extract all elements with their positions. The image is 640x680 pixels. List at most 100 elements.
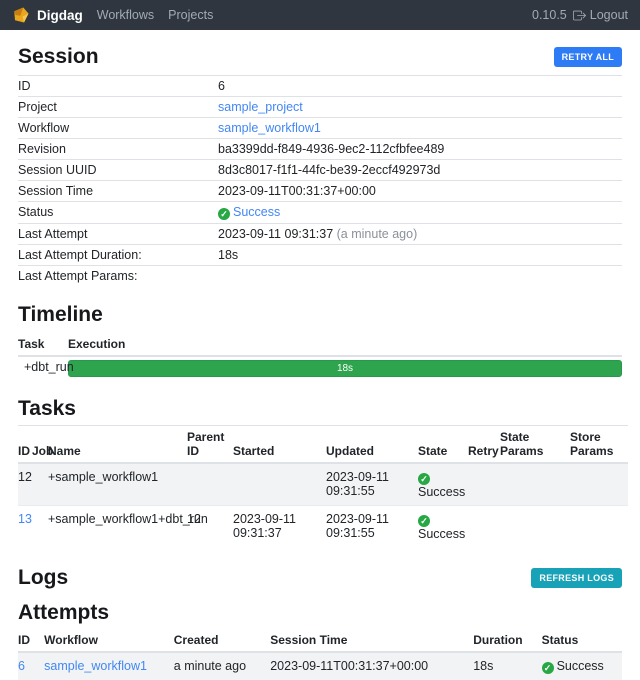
task-updated: 2023-09-11 09:31:55 (326, 506, 418, 548)
timeline-task-name: +dbt_run (18, 356, 68, 380)
attempts-col-session-time: Session Time (270, 629, 473, 652)
task-started: 2023-09-11 09:31:37 (233, 506, 326, 548)
success-check-icon: ✓ (218, 208, 230, 220)
digdag-logo-icon (12, 6, 30, 24)
tasks-col-updated: Updated (326, 426, 418, 464)
task-row: 12 +sample_workflow1 2023-09-11 09:31:55… (18, 463, 628, 506)
task-store-params (570, 506, 628, 548)
workflow-link[interactable]: sample_workflow1 (218, 121, 321, 135)
last-attempt-timestamp: 2023-09-11 09:31:37 (218, 227, 333, 241)
session-label-last-attempt: Last Attempt (18, 224, 218, 245)
attempts-table: ID Workflow Created Session Time Duratio… (18, 629, 622, 680)
success-check-icon: ✓ (418, 515, 430, 527)
tasks-col-state: State (418, 426, 468, 464)
logout-link[interactable]: Logout (573, 8, 628, 22)
tasks-col-state-params: State Params (500, 426, 570, 464)
attempts-col-workflow: Workflow (44, 629, 174, 652)
logout-label[interactable]: Logout (590, 8, 628, 22)
session-table: ID 6 Project sample_project Workflow sam… (18, 75, 622, 286)
attempt-workflow-link[interactable]: sample_workflow1 (44, 659, 147, 673)
attempt-id-link[interactable]: 6 (18, 659, 25, 673)
version-label: 0.10.5 (532, 8, 567, 22)
timeline-bar-label: 18s (337, 363, 353, 374)
attempts-col-id: ID (18, 629, 44, 652)
session-row-project: Project sample_project (18, 97, 622, 118)
session-row-id: ID 6 (18, 76, 622, 97)
timeline-col-task: Task (18, 333, 68, 356)
session-row-revision: Revision ba3399dd-f849-4936-9ec2-112cfbf… (18, 139, 622, 160)
task-state-params (500, 506, 570, 548)
session-row-time: Session Time 2023-09-11T00:31:37+00:00 (18, 181, 622, 202)
project-link[interactable]: sample_project (218, 100, 303, 114)
retry-all-button[interactable]: RETRY ALL (554, 47, 622, 67)
task-parent-id (187, 463, 233, 506)
last-attempt-relative: (a minute ago) (337, 227, 418, 241)
tasks-col-id: ID (18, 426, 32, 464)
session-row-workflow: Workflow sample_workflow1 (18, 118, 622, 139)
session-value-revision: ba3399dd-f849-4936-9ec2-112cfbfee489 (218, 139, 622, 160)
attempt-duration: 18s (473, 652, 541, 680)
task-started (233, 463, 326, 506)
session-label-project: Project (18, 97, 218, 118)
nav-item-workflows[interactable]: Workflows (97, 8, 154, 22)
task-name: +sample_workflow1 (48, 463, 187, 506)
success-check-icon: ✓ (542, 662, 554, 674)
session-label-time: Session Time (18, 181, 218, 202)
session-row-uuid: Session UUID 8d3c8017-f1f1-44fc-be39-2ec… (18, 160, 622, 181)
session-label-status: Status (18, 202, 218, 224)
tasks-col-store-params: Store Params (570, 426, 628, 464)
timeline-col-execution: Execution (68, 333, 622, 356)
task-job (32, 506, 48, 548)
session-heading: Session (18, 44, 99, 69)
logout-icon (573, 9, 586, 22)
task-name: +sample_workflow1+dbt_run (48, 506, 187, 548)
attempt-row: 6 sample_workflow1 a minute ago 2023-09-… (18, 652, 622, 680)
timeline-table: Task Execution +dbt_run 18s (18, 333, 622, 380)
task-retry (468, 506, 500, 548)
nav-item-projects[interactable]: Projects (168, 8, 213, 22)
task-retry (468, 463, 500, 506)
tasks-col-name: Name (48, 426, 187, 464)
attempts-heading: Attempts (18, 600, 622, 625)
task-id-link[interactable]: 13 (18, 512, 32, 526)
session-value-time: 2023-09-11T00:31:37+00:00 (218, 181, 622, 202)
attempts-col-status: Status (542, 629, 622, 652)
brand-title[interactable]: Digdag (37, 8, 83, 23)
attempts-col-created: Created (174, 629, 270, 652)
session-value-id: 6 (218, 76, 622, 97)
timeline-heading: Timeline (18, 302, 622, 327)
attempt-created: a minute ago (174, 652, 270, 680)
tasks-col-parent-id: Parent ID (187, 426, 233, 464)
session-label-params: Last Attempt Params: (18, 266, 218, 287)
tasks-col-retry: Retry (468, 426, 500, 464)
session-row-last-attempt: Last Attempt 2023-09-11 09:31:37 (a minu… (18, 224, 622, 245)
success-check-icon: ✓ (418, 473, 430, 485)
refresh-logs-button[interactable]: REFRESH LOGS (531, 568, 622, 588)
task-state: Success (418, 485, 464, 499)
task-id: 12 (18, 463, 32, 506)
session-row-duration: Last Attempt Duration: 18s (18, 245, 622, 266)
attempts-col-duration: Duration (473, 629, 541, 652)
navbar: Digdag Workflows Projects 0.10.5 Logout (0, 0, 640, 30)
session-value-uuid: 8d3c8017-f1f1-44fc-be39-2eccf492973d (218, 160, 622, 181)
session-value-params (218, 266, 622, 287)
session-value-duration: 18s (218, 245, 622, 266)
session-label-duration: Last Attempt Duration: (18, 245, 218, 266)
brand-home-link[interactable]: Digdag (12, 6, 83, 24)
tasks-col-job: Job (32, 426, 48, 464)
timeline-duration-bar: 18s (68, 360, 622, 377)
session-label-uuid: Session UUID (18, 160, 218, 181)
session-label-revision: Revision (18, 139, 218, 160)
task-job (32, 463, 48, 506)
attempt-status: Success (557, 659, 604, 673)
task-store-params (570, 463, 628, 506)
session-label-workflow: Workflow (18, 118, 218, 139)
tasks-heading: Tasks (18, 396, 622, 421)
session-row-status: Status ✓Success (18, 202, 622, 224)
task-row: 13 +sample_workflow1+dbt_run 12 2023-09-… (18, 506, 628, 548)
attempt-session-time: 2023-09-11T00:31:37+00:00 (270, 652, 473, 680)
tasks-table: ID Job Name Parent ID Started Updated St… (18, 425, 628, 547)
status-success-link[interactable]: Success (233, 205, 280, 219)
task-parent-id: 12 (187, 506, 233, 548)
task-state-params (500, 463, 570, 506)
